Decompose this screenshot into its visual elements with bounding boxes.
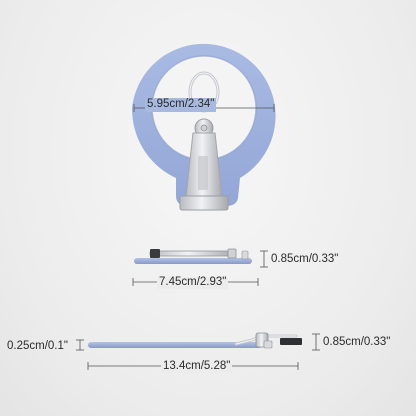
top-width-label: 5.95cm/2.34" [145, 98, 217, 112]
ring-holder-top-view [132, 43, 276, 211]
dimension-open-plate-thickness [76, 339, 84, 351]
ring-holder-side-view [134, 248, 252, 264]
dimension-open-thickness [312, 333, 320, 351]
product-dimension-figure: 5.95cm/2.34" 0.85cm/0.33" 7.45cm/2.93" 0… [0, 0, 416, 416]
product-drawing [76, 43, 320, 370]
side-plate [134, 258, 252, 264]
stand-bracket [179, 195, 229, 211]
dimension-side-thickness [260, 250, 268, 268]
open-thickness-label: 0.85cm/0.33" [323, 336, 391, 348]
side-length-label: 7.45cm/2.93" [157, 276, 229, 289]
side-thickness-label: 0.85cm/0.33" [271, 253, 339, 265]
ring-holder-open-view [88, 332, 302, 349]
open-length-label: 13.4cm/5.28" [161, 360, 233, 373]
open-plate-thickness-label: 0.25cm/0.1" [7, 340, 68, 352]
